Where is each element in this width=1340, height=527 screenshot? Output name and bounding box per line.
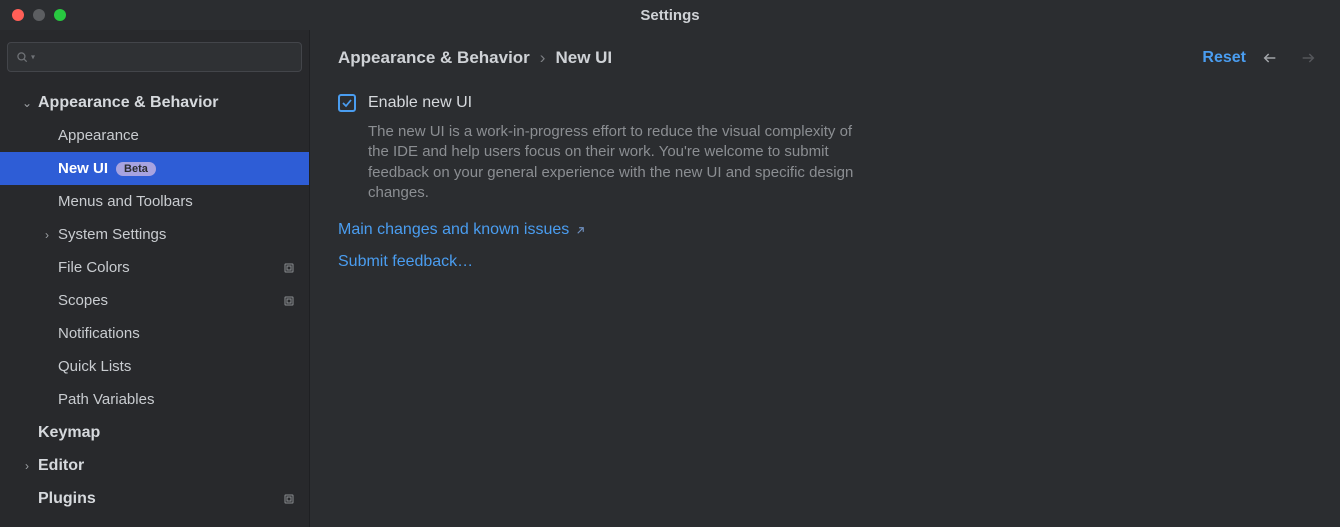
window-title: Settings: [0, 7, 1340, 24]
tree-item-notifications[interactable]: Notifications: [0, 317, 309, 350]
window-maximize-button[interactable]: [54, 9, 66, 21]
project-scope-icon: [283, 295, 295, 307]
titlebar: Settings: [0, 0, 1340, 30]
search-history-caret-icon[interactable]: ▾: [31, 53, 35, 62]
tree-item-appearance-and-behavior[interactable]: ⌄ Appearance & Behavior: [0, 86, 309, 119]
enable-new-ui-label: Enable new UI: [368, 94, 472, 112]
link-main-changes[interactable]: Main changes and known issues: [338, 221, 1218, 239]
tree-item-system-settings[interactable]: › System Settings: [0, 218, 309, 251]
tree-item-quick-lists[interactable]: Quick Lists: [0, 350, 309, 383]
chevron-down-icon: ⌄: [16, 96, 38, 110]
project-scope-icon: [283, 262, 295, 274]
window-close-button[interactable]: [12, 9, 24, 21]
settings-main-panel: Appearance & Behavior › New UI Reset Ena…: [310, 30, 1340, 527]
chevron-right-icon: ›: [36, 228, 58, 242]
settings-tree: ⌄ Appearance & Behavior Appearance New U…: [0, 82, 309, 527]
tree-item-new-ui[interactable]: New UI Beta: [0, 152, 309, 185]
main-header: Appearance & Behavior › New UI Reset: [338, 46, 1322, 70]
breadcrumb-separator: ›: [540, 48, 546, 68]
chevron-right-icon: ›: [16, 459, 38, 473]
tree-item-keymap[interactable]: Keymap: [0, 416, 309, 449]
tree-item-appearance[interactable]: Appearance: [0, 119, 309, 152]
tree-item-scopes[interactable]: Scopes: [0, 284, 309, 317]
project-scope-icon: [283, 493, 295, 505]
settings-sidebar: ▾ ⌄ Appearance & Behavior Appearance New…: [0, 30, 310, 527]
enable-new-ui-description: The new UI is a work-in-progress effort …: [368, 122, 868, 203]
window-minimize-button[interactable]: [33, 9, 45, 21]
breadcrumb-parent[interactable]: Appearance & Behavior: [338, 48, 530, 68]
reset-button[interactable]: Reset: [1202, 49, 1246, 67]
nav-back-button[interactable]: [1256, 46, 1284, 70]
link-submit-feedback[interactable]: Submit feedback…: [338, 253, 1218, 271]
tree-item-file-colors[interactable]: File Colors: [0, 251, 309, 284]
tree-item-editor[interactable]: › Editor: [0, 449, 309, 482]
nav-forward-button[interactable]: [1294, 46, 1322, 70]
beta-badge: Beta: [116, 162, 156, 176]
tree-item-path-variables[interactable]: Path Variables: [0, 383, 309, 416]
breadcrumb-current: New UI: [555, 48, 612, 68]
external-link-icon: [575, 225, 586, 236]
settings-search-input[interactable]: [7, 42, 302, 72]
enable-new-ui-checkbox[interactable]: [338, 94, 356, 112]
window-controls: [0, 9, 66, 21]
tree-item-plugins[interactable]: Plugins: [0, 482, 309, 515]
tree-item-menus-and-toolbars[interactable]: Menus and Toolbars: [0, 185, 309, 218]
breadcrumb: Appearance & Behavior › New UI: [338, 48, 612, 68]
content-area: Enable new UI The new UI is a work-in-pr…: [338, 94, 1218, 271]
